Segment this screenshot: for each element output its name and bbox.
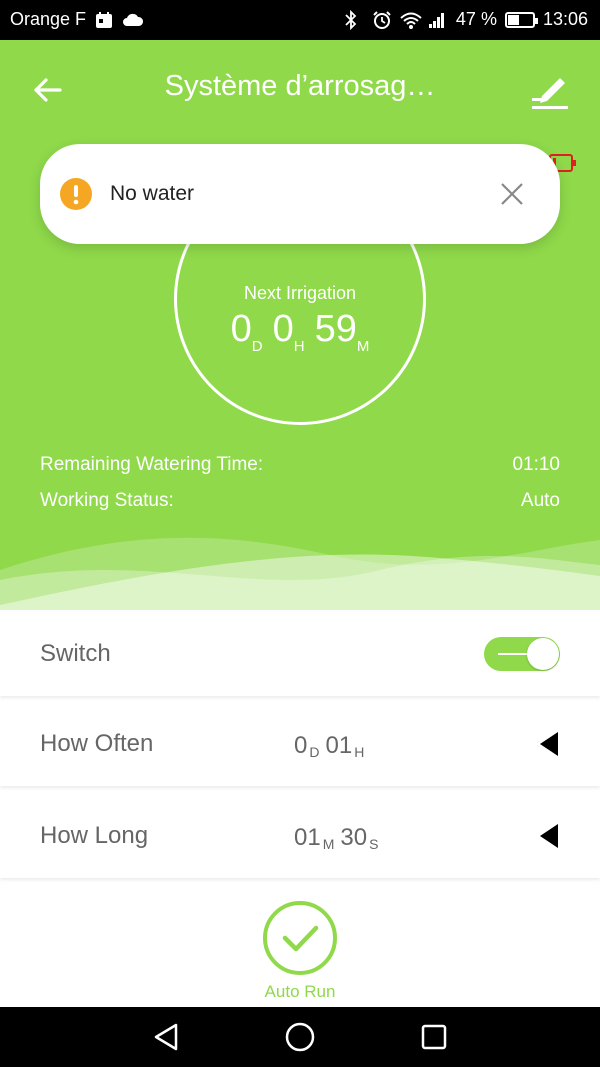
how-often-label: How Often xyxy=(40,730,154,757)
toast-message: No water xyxy=(110,182,195,205)
triangle-back-icon xyxy=(154,1023,178,1051)
how-long-label: How Long xyxy=(40,822,149,849)
countdown-hours: 0 xyxy=(272,308,294,350)
checkmark-circle-icon xyxy=(262,900,338,976)
how-often-hours-unit: H xyxy=(354,744,365,760)
switch-label: Switch xyxy=(40,640,111,667)
countdown-days-unit: D xyxy=(251,338,263,355)
next-irrigation-label: Next Irrigation xyxy=(243,283,357,303)
status-bar: Orange F 47 % 13:06 xyxy=(0,0,600,40)
circle-home-icon xyxy=(285,1022,315,1052)
clock: 13:06 xyxy=(542,9,588,29)
how-often-days: 0 xyxy=(294,732,308,759)
alarm-icon xyxy=(372,10,392,30)
decorative-waves xyxy=(0,537,600,610)
switch-toggle[interactable] xyxy=(484,637,560,671)
battery-icon xyxy=(504,11,538,28)
how-long-seconds-unit: S xyxy=(369,836,379,852)
countdown-minutes-unit: M xyxy=(356,338,370,355)
countdown-hours-unit: H xyxy=(293,338,305,355)
how-often-expand-button[interactable] xyxy=(538,730,560,758)
countdown-minutes: 59 xyxy=(314,308,357,350)
pencil-icon xyxy=(532,78,568,109)
working-status-label: Working Status: xyxy=(40,490,174,511)
how-long-seconds: 30 xyxy=(340,824,368,851)
nav-back-button[interactable] xyxy=(148,1019,184,1055)
wifi-icon xyxy=(400,10,422,30)
auto-run-label: Auto Run xyxy=(264,982,336,1001)
countdown-days: 0 xyxy=(230,308,252,350)
page-title: Système d’arrosag… xyxy=(164,70,436,102)
toggle-knob xyxy=(527,638,559,670)
nav-home-button[interactable] xyxy=(282,1019,318,1055)
toggle-track-line xyxy=(498,653,530,655)
how-often-value: 0 D 01 H xyxy=(294,732,370,760)
remaining-time-row: Remaining Watering Time: 01:10 xyxy=(40,454,560,476)
square-recents-icon xyxy=(421,1024,447,1050)
no-water-toast: No water xyxy=(40,144,560,244)
system-nav-bar xyxy=(0,1007,600,1067)
remaining-time-label: Remaining Watering Time: xyxy=(40,454,264,475)
triangle-left-icon xyxy=(540,732,558,756)
calendar-icon xyxy=(94,10,114,30)
working-status-row: Working Status: Auto xyxy=(40,490,560,512)
triangle-left-icon xyxy=(540,824,558,848)
how-long-expand-button[interactable] xyxy=(538,822,560,850)
remaining-time-value: 01:10 xyxy=(512,454,560,475)
how-often-days-unit: D xyxy=(309,744,320,760)
warning-icon xyxy=(60,178,92,210)
bluetooth-icon xyxy=(344,9,364,30)
how-often-hours: 01 xyxy=(325,732,353,759)
close-icon xyxy=(501,183,523,205)
nav-recents-button[interactable] xyxy=(416,1019,452,1055)
how-often-row[interactable]: How Often 0 D 01 H xyxy=(0,702,600,786)
app-bar: Système d’arrosag… xyxy=(0,40,600,140)
switch-row: Switch xyxy=(0,612,600,696)
battery-percent: 47 % xyxy=(455,9,497,29)
working-status-value: Auto xyxy=(520,490,560,511)
how-long-minutes: 01 xyxy=(294,824,321,851)
how-long-minutes-unit: M xyxy=(322,836,335,852)
edit-button[interactable] xyxy=(528,68,572,112)
toast-close-button[interactable] xyxy=(498,180,526,208)
auto-run-button[interactable]: Auto Run xyxy=(250,900,350,1002)
cloud-icon xyxy=(122,10,144,30)
signal-icon xyxy=(428,10,448,30)
hero-panel: Système d’arrosag… Next Irrigation 0D 0H 5… xyxy=(0,40,600,610)
carrier-name: Orange F xyxy=(10,9,87,29)
how-long-row[interactable]: How Long 01 M 30 S xyxy=(0,794,600,878)
how-long-value: 01 M 30 S xyxy=(294,824,384,852)
next-irrigation-countdown: 0D 0H 59M xyxy=(177,308,423,355)
